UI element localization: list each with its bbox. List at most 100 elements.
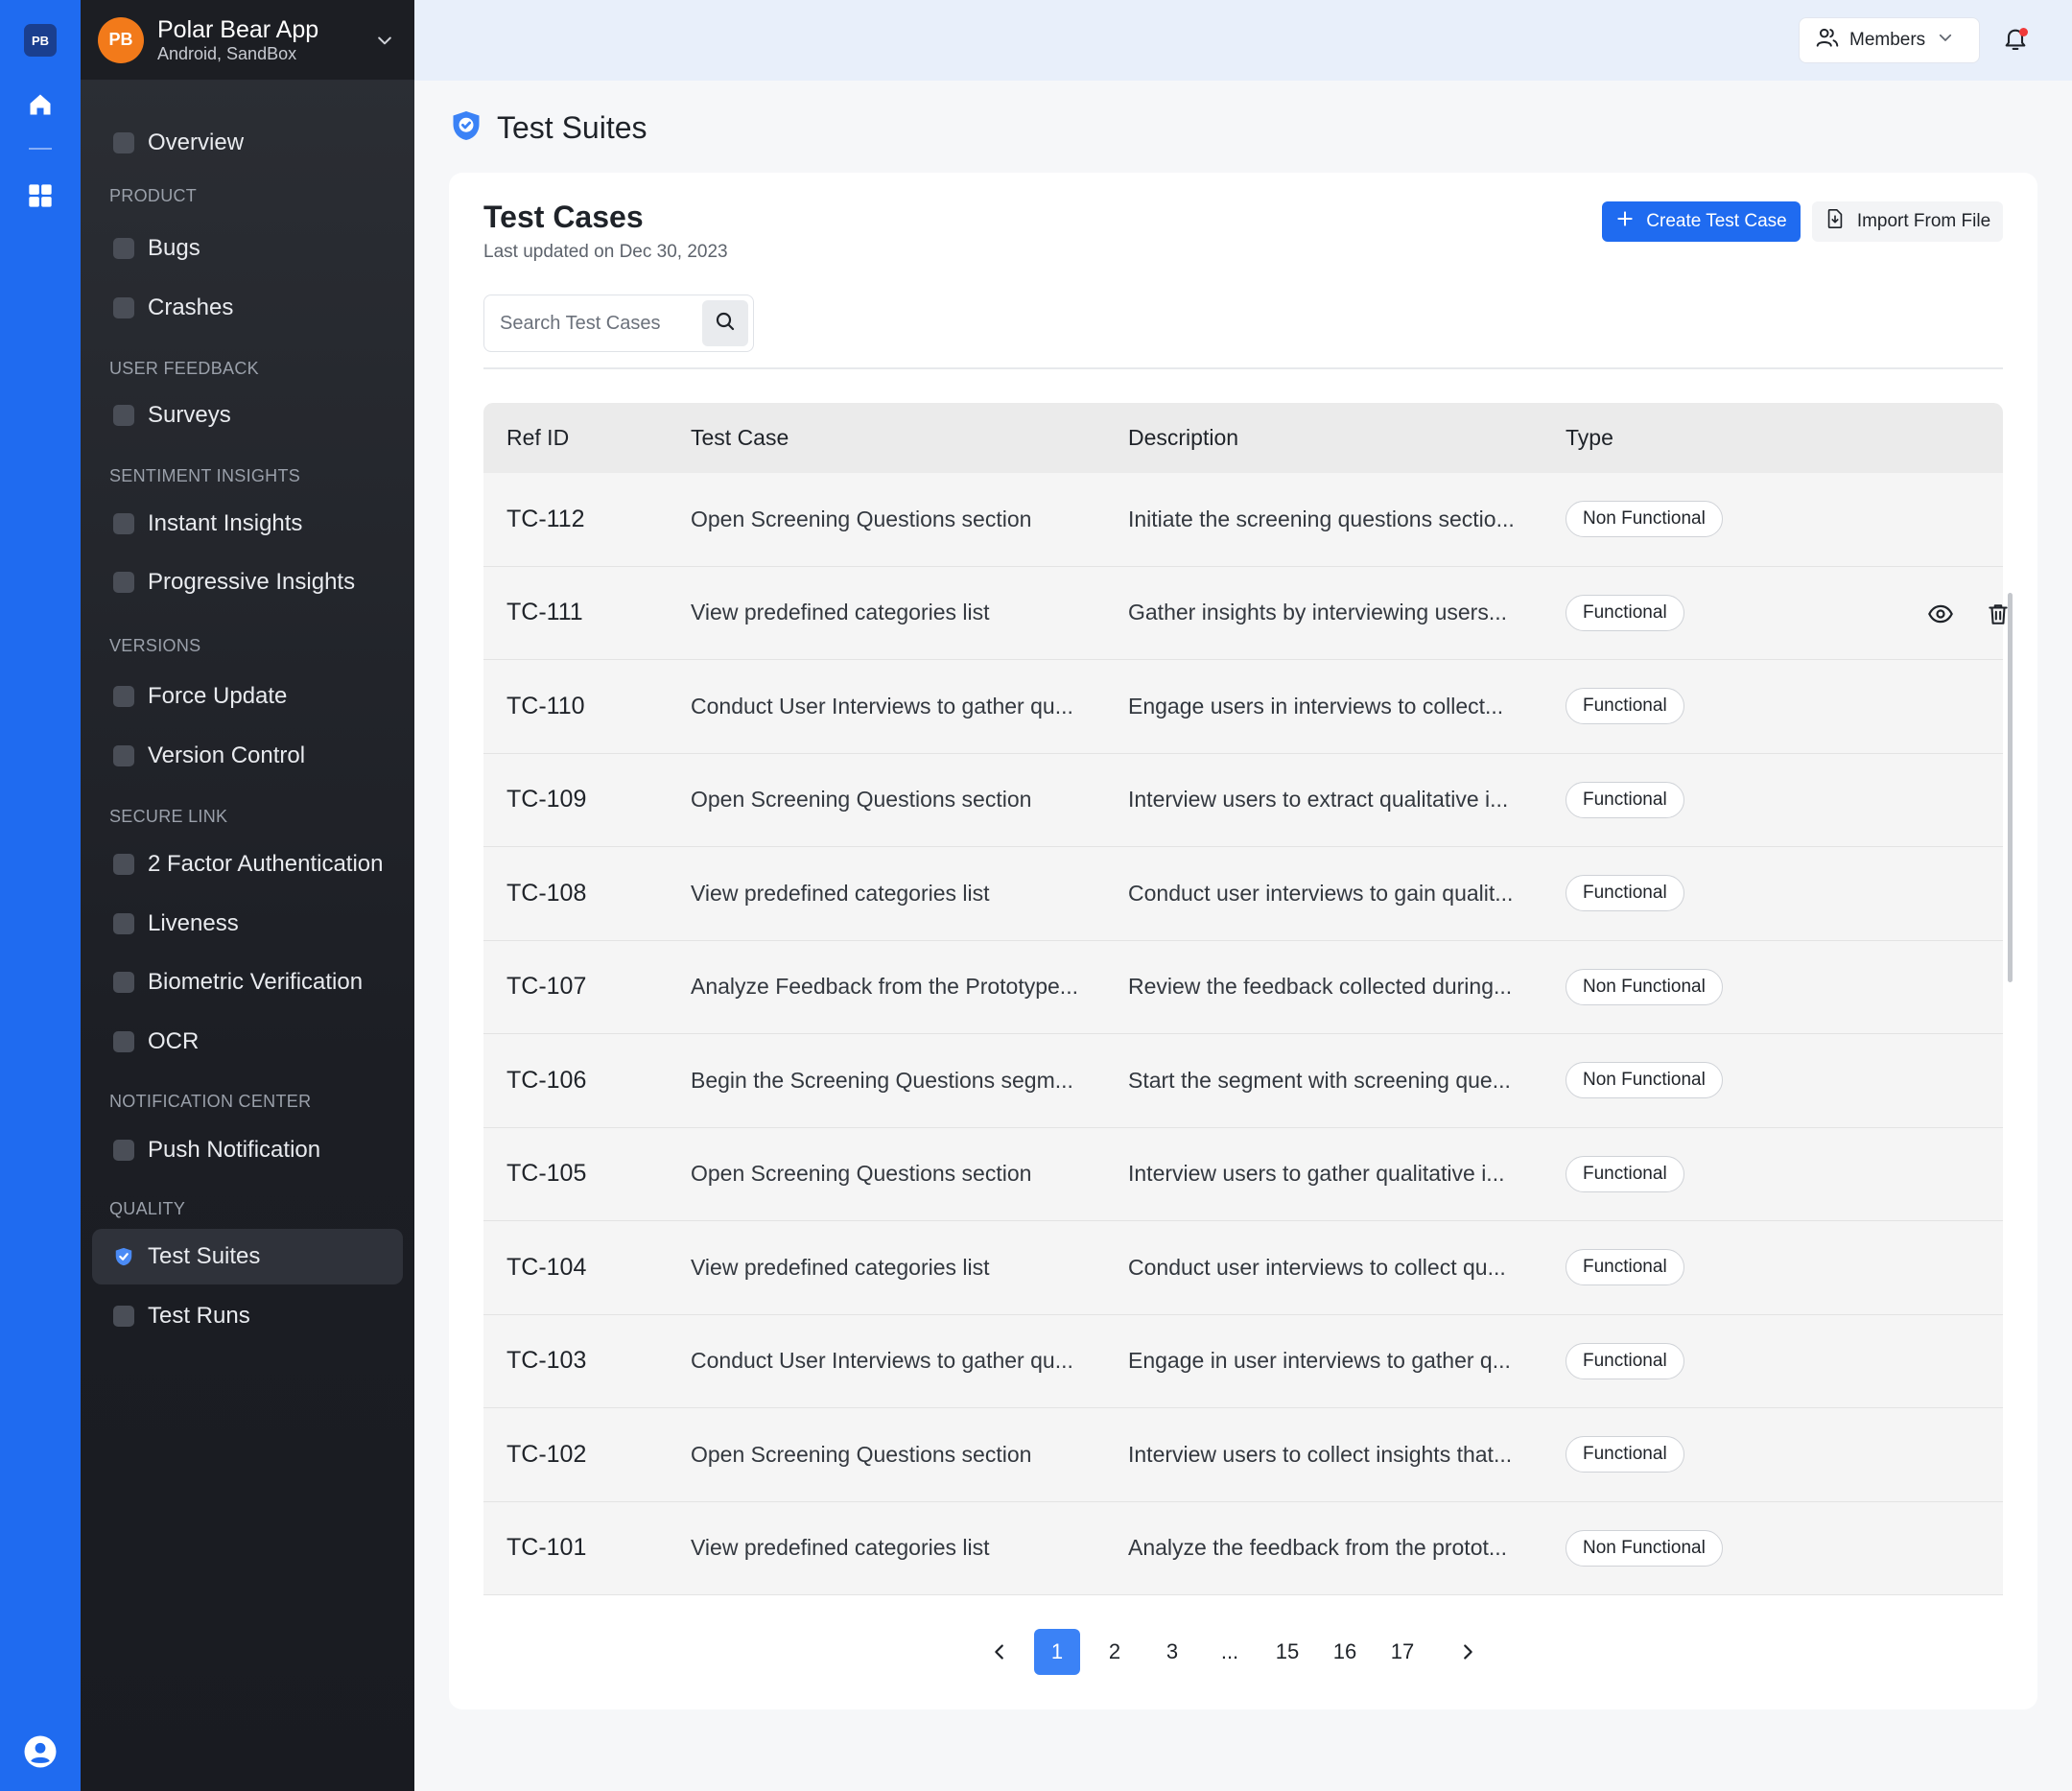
table-scrollbar[interactable] <box>2008 593 2013 982</box>
search-input[interactable] <box>500 312 692 335</box>
type-badge: Non Functional <box>1566 1062 1723 1099</box>
search-button[interactable] <box>702 300 748 346</box>
notification-icon <box>113 1140 134 1161</box>
star-icon <box>113 405 134 426</box>
grid-icon[interactable] <box>25 180 56 211</box>
sidebar-item-surveys[interactable]: Surveys <box>92 388 403 443</box>
sidebar-item-liveness[interactable]: Liveness <box>92 896 403 952</box>
test-case-name: Analyze Feedback from the Prototype... <box>691 974 1078 1000</box>
face-scan-icon <box>113 913 134 934</box>
table-row[interactable]: TC-101 View predefined categories list Ana… <box>483 1501 2003 1595</box>
page-button[interactable]: 15 <box>1264 1629 1310 1675</box>
table-row[interactable]: TC-111 View predefined categories list Gat… <box>483 566 2008 660</box>
ref-id: TC-103 <box>506 1347 587 1375</box>
page-title: Test Suites <box>497 110 648 145</box>
page-ellipsis: ... <box>1220 1639 1239 1663</box>
sidebar-item-label: Progressive Insights <box>148 569 356 595</box>
table-row[interactable]: TC-103 Conduct User Interviews to gather … <box>483 1314 2003 1408</box>
sidebar-item-two-factor[interactable]: 2 Factor Authentication <box>92 837 403 892</box>
sidebar-item-progressive-insights[interactable]: Progressive Insights <box>92 554 403 610</box>
table-row[interactable]: TC-109 Open Screening Questions section In… <box>483 753 2003 847</box>
next-page-button[interactable] <box>1445 1629 1491 1675</box>
app-switcher[interactable]: PB Polar Bear App Android, SandBox <box>81 0 414 81</box>
chevron-down-icon <box>1937 29 1954 52</box>
type-badge: Functional <box>1566 1436 1684 1473</box>
create-test-case-button[interactable]: Create Test Case <box>1602 201 1801 242</box>
table-row[interactable]: TC-105 Open Screening Questions section In… <box>483 1127 2003 1221</box>
sidebar-item-crashes[interactable]: Crashes <box>92 280 403 336</box>
test-case-name: Conduct User Interviews to gather qu... <box>691 693 1073 719</box>
section-sentiment-insights: SENTIMENT INSIGHTS <box>109 466 301 485</box>
type-badge: Functional <box>1566 1155 1684 1192</box>
sidebar-item-force-update[interactable]: Force Update <box>92 669 403 724</box>
members-button[interactable]: Members <box>1799 17 1980 63</box>
test-case-description: Interview users to collect insights that… <box>1128 1441 1513 1467</box>
upload-icon <box>113 686 134 707</box>
sidebar-item-test-suites[interactable]: Test Suites <box>92 1229 403 1284</box>
type-cell: Non Functional <box>1566 968 2003 1005</box>
sidebar: PB Polar Bear App Android, SandBox Overv… <box>81 0 414 1791</box>
type-badge: Non Functional <box>1566 1529 1723 1567</box>
import-from-file-button[interactable]: Import From File <box>1812 201 2003 242</box>
user-circle-icon[interactable] <box>23 1734 58 1769</box>
app-rail: PB <box>0 0 81 1791</box>
cube-icon <box>113 745 134 766</box>
row-actions <box>1926 600 2013 628</box>
page-button[interactable]: 1 <box>1034 1629 1080 1675</box>
type-cell: Functional <box>1566 1155 2003 1192</box>
ref-id: TC-111 <box>506 599 583 626</box>
app-avatar: PB <box>98 16 144 63</box>
type-cell: Non Functional <box>1566 1062 2003 1099</box>
page-header: Test Suites <box>449 107 648 149</box>
page-button[interactable]: 16 <box>1322 1629 1368 1675</box>
table-row[interactable]: TC-110 Conduct User Interviews to gather … <box>483 660 2003 754</box>
table-row[interactable]: TC-108 View predefined categories list Con… <box>483 847 2003 941</box>
sidebar-item-ocr[interactable]: OCR <box>92 1014 403 1070</box>
table-row[interactable]: TC-112 Open Screening Questions section In… <box>483 473 2003 567</box>
sidebar-item-label: OCR <box>148 1028 200 1054</box>
header-ref-id[interactable]: Ref ID <box>483 425 691 451</box>
header-type[interactable]: Type <box>1566 425 2003 451</box>
type-cell: Functional <box>1566 1249 2003 1286</box>
sidebar-item-push-notification[interactable]: Push Notification <box>92 1122 403 1178</box>
prev-page-button[interactable] <box>977 1629 1023 1675</box>
chevron-down-icon[interactable] <box>372 28 397 53</box>
home-icon[interactable] <box>25 89 56 120</box>
table-row[interactable]: TC-107 Analyze Feedback from the Prototyp… <box>483 940 2003 1034</box>
bell-icon[interactable] <box>1999 23 2032 56</box>
type-badge: Non Functional <box>1566 968 1723 1005</box>
sidebar-item-instant-insights[interactable]: Instant Insights <box>92 496 403 552</box>
ref-id: TC-109 <box>506 786 587 813</box>
sidebar-item-label: Version Control <box>148 742 306 768</box>
table-row[interactable]: TC-102 Open Screening Questions section In… <box>483 1408 2003 1502</box>
sidebar-item-version-control[interactable]: Version Control <box>92 728 403 784</box>
table-row[interactable]: TC-104 View predefined categories list Con… <box>483 1221 2003 1315</box>
type-cell: Functional <box>1566 1436 2003 1473</box>
sidebar-item-bugs[interactable]: Bugs <box>92 221 403 276</box>
test-case-description: Start the segment with screening que... <box>1128 1067 1511 1093</box>
sidebar-item-label: Push Notification <box>148 1137 321 1163</box>
bug-icon <box>113 238 134 259</box>
sidebar-item-overview[interactable]: Overview <box>92 115 403 171</box>
shield-check-icon <box>113 1246 134 1267</box>
page-button[interactable]: 17 <box>1379 1629 1425 1675</box>
table-header: Ref ID Test Case Description Type <box>483 403 2003 473</box>
sidebar-item-biometric[interactable]: Biometric Verification <box>92 954 403 1010</box>
table-row[interactable]: TC-106 Begin the Screening Questions segm… <box>483 1034 2003 1128</box>
sidebar-item-test-runs[interactable]: Test Runs <box>92 1288 403 1344</box>
header-description[interactable]: Description <box>1128 425 1566 451</box>
type-cell: Functional <box>1566 1342 2003 1379</box>
page-button[interactable]: 2 <box>1092 1629 1138 1675</box>
page-button[interactable]: 3 <box>1149 1629 1195 1675</box>
sidebar-item-label: Bugs <box>148 235 200 261</box>
eye-icon[interactable] <box>1926 600 1955 628</box>
type-badge: Functional <box>1566 1342 1684 1379</box>
test-case-name: Open Screening Questions section <box>691 1441 1032 1467</box>
users-icon <box>1815 25 1840 56</box>
sidebar-item-label: Crashes <box>148 295 234 320</box>
ref-id: TC-108 <box>506 879 587 907</box>
test-case-description: Engage users in interviews to collect... <box>1128 693 1504 719</box>
header-test-case[interactable]: Test Case <box>691 425 1128 451</box>
workspace-logo[interactable]: PB <box>24 24 57 57</box>
rail-divider <box>29 148 52 150</box>
